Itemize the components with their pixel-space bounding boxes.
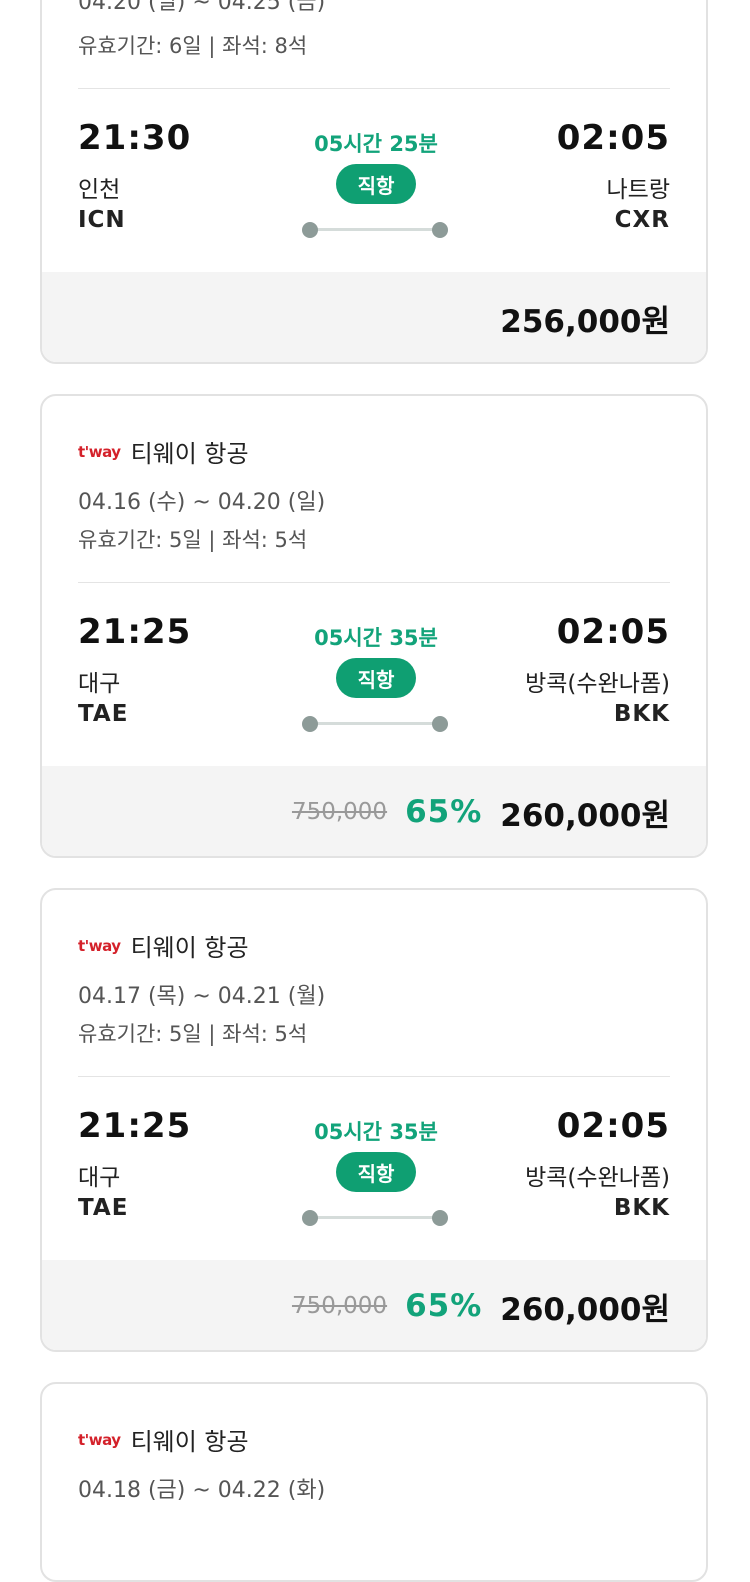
origin-dot — [302, 222, 318, 238]
flight-card[interactable]: t'way 티웨이 항공 04.16 (수) ~ 04.20 (일) 유효기간:… — [40, 394, 708, 858]
price: 256,000원 — [500, 303, 670, 340]
direct-flight-badge: 직항 — [336, 658, 416, 698]
divider — [78, 1076, 670, 1077]
flight-duration: 05시간 35분 — [314, 1120, 438, 1144]
arrival-time: 02:05 — [556, 118, 670, 158]
flight-card[interactable]: t'way 티웨이 항공 04.18 (금) ~ 04.22 (화) — [40, 1382, 708, 1582]
arrival-time: 02:05 — [556, 612, 670, 652]
departure-city: 인천 — [78, 177, 121, 203]
travel-dates: 04.18 (금) ~ 04.22 (화) — [78, 1478, 326, 1503]
price: 260,000원 — [500, 797, 670, 834]
arrival-city: 방콕(수완나폼) — [525, 671, 670, 697]
departure-time: 21:25 — [78, 1106, 192, 1146]
departure-code: TAE — [78, 701, 129, 727]
price-bar: 256,000원 — [42, 272, 706, 362]
validity-seats: 유효기간: 5일 | 좌석: 5석 — [78, 1022, 308, 1046]
airline-row: t'way 티웨이 항공 — [78, 434, 249, 469]
flight-duration: 05시간 35분 — [314, 626, 438, 650]
price: 260,000원 — [500, 1291, 670, 1328]
arrival-code: BKK — [613, 1195, 670, 1221]
price-bar: 750,000 65% 260,000원 — [42, 1260, 706, 1350]
airline-name: 티웨이 항공 — [130, 934, 249, 962]
divider — [78, 582, 670, 583]
origin-dot — [302, 1210, 318, 1226]
arrival-city: 방콕(수완나폼) — [525, 1165, 670, 1191]
discount-rate: 65% — [405, 1288, 483, 1324]
airline-row: t'way 티웨이 항공 — [78, 1422, 249, 1457]
travel-dates: 04.20 (일) ~ 04.25 (금) — [78, 0, 326, 15]
flight-card[interactable]: 04.20 (일) ~ 04.25 (금) 유효기간: 6일 | 좌석: 8석 … — [40, 0, 708, 364]
validity-seats: 유효기간: 5일 | 좌석: 5석 — [78, 528, 308, 552]
travel-dates: 04.16 (수) ~ 04.20 (일) — [78, 490, 326, 515]
direct-flight-badge: 직항 — [336, 1152, 416, 1192]
destination-dot — [432, 1210, 448, 1226]
original-price: 750,000 — [291, 1293, 388, 1319]
arrival-code: BKK — [613, 701, 670, 727]
original-price: 750,000 — [291, 799, 388, 825]
airline-name: 티웨이 항공 — [130, 1428, 249, 1456]
destination-dot — [432, 222, 448, 238]
flight-duration: 05시간 25분 — [314, 132, 438, 156]
departure-code: ICN — [78, 207, 126, 233]
route-line — [310, 722, 440, 725]
tway-logo: t'way — [78, 442, 121, 461]
validity-seats: 유효기간: 6일 | 좌석: 8석 — [78, 34, 308, 58]
divider — [78, 88, 670, 89]
departure-time: 21:30 — [78, 118, 192, 158]
price-bar: 750,000 65% 260,000원 — [42, 766, 706, 856]
airline-row: t'way 티웨이 항공 — [78, 928, 249, 963]
travel-dates: 04.17 (목) ~ 04.21 (월) — [78, 984, 326, 1009]
departure-city: 대구 — [78, 1165, 121, 1191]
arrival-code: CXR — [614, 207, 670, 233]
destination-dot — [432, 716, 448, 732]
route-line — [310, 228, 440, 231]
direct-flight-badge: 직항 — [336, 164, 416, 204]
flight-card[interactable]: t'way 티웨이 항공 04.17 (목) ~ 04.21 (월) 유효기간:… — [40, 888, 708, 1352]
departure-time: 21:25 — [78, 612, 192, 652]
departure-code: TAE — [78, 1195, 129, 1221]
route-line — [310, 1216, 440, 1219]
discount-rate: 65% — [405, 794, 483, 830]
origin-dot — [302, 716, 318, 732]
tway-logo: t'way — [78, 936, 121, 955]
arrival-city: 나트랑 — [606, 177, 670, 203]
arrival-time: 02:05 — [556, 1106, 670, 1146]
departure-city: 대구 — [78, 671, 121, 697]
tway-logo: t'way — [78, 1430, 121, 1449]
airline-name: 티웨이 항공 — [130, 440, 249, 468]
